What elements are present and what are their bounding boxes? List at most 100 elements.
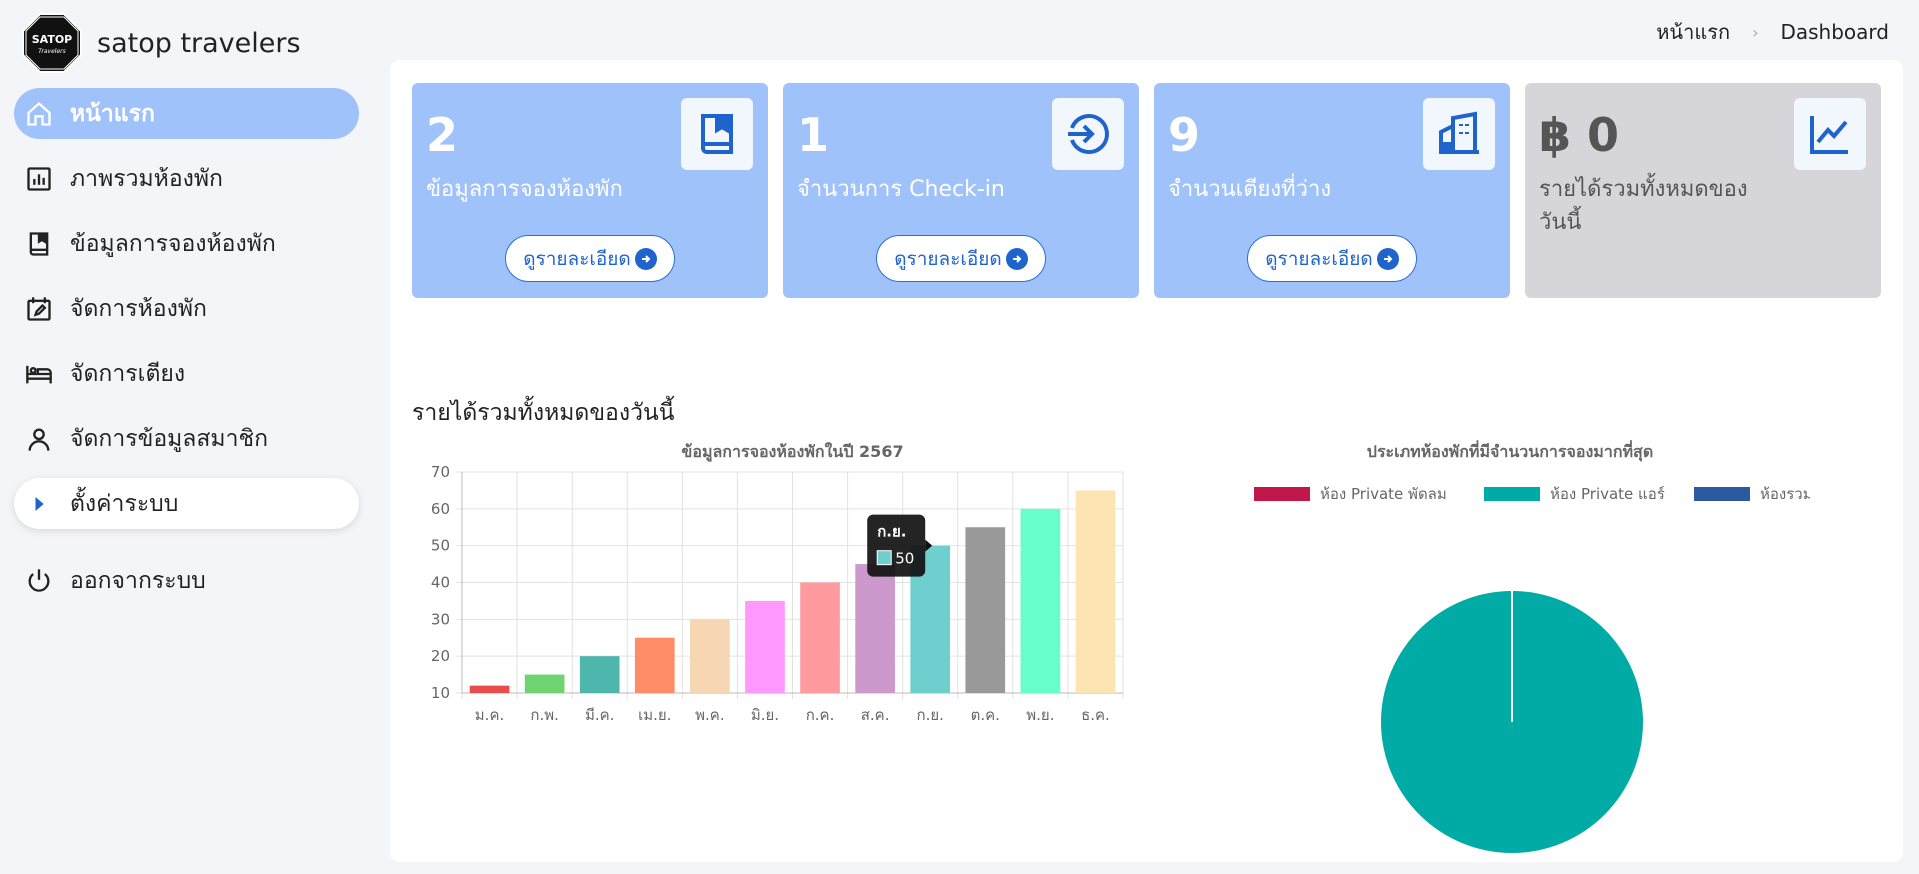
bar bbox=[634, 637, 675, 693]
x-tick-label: ก.ค. bbox=[806, 706, 835, 724]
sidebar-item-manage-beds[interactable]: จัดการเตียง bbox=[14, 348, 359, 399]
pie-chart: ประเภทห้องพักที่มีจำนวนการจองมากที่สุดห้… bbox=[1210, 440, 1813, 860]
sidebar-item-bookings[interactable]: ข้อมูลการจองห้องพัก bbox=[14, 218, 359, 269]
bar bbox=[965, 527, 1006, 693]
chart-title: ประเภทห้องพักที่มีจำนวนการจองมากที่สุด bbox=[1367, 440, 1653, 462]
divider bbox=[14, 543, 359, 555]
bar-chart: ข้อมูลการจองห้องพักในปี 2567 10 20 30 40 50 60… bbox=[400, 440, 1140, 860]
x-tick-label: ก.ย. bbox=[916, 706, 943, 724]
card-today-revenue: ฿ 0 รายได้รวมทั้งหมดของวันนี้ bbox=[1525, 83, 1881, 298]
sidebar-nav: หน้าแรก ภาพรวมห้องพัก ข้อมูลการจองห้องพั… bbox=[14, 88, 359, 620]
legend-swatch bbox=[1694, 487, 1750, 501]
bar bbox=[690, 619, 730, 693]
bar bbox=[469, 685, 510, 693]
breadcrumb: หน้าแรก › Dashboard bbox=[1656, 16, 1889, 48]
logo-subtext: Travelers bbox=[38, 48, 66, 55]
bar bbox=[855, 564, 895, 693]
bar bbox=[579, 656, 620, 693]
sidebar-item-settings[interactable]: ตั้งค่าระบบ bbox=[14, 478, 359, 529]
sidebar-item-label: ภาพรวมห้องพัก bbox=[70, 165, 223, 192]
legend-swatch bbox=[1484, 487, 1540, 501]
bar-chart-svg: ข้อมูลการจองห้องพักในปี 2567 10 20 30 40 50 60… bbox=[431, 442, 1124, 724]
x-tick-label: มี.ค. bbox=[585, 706, 614, 724]
building-icon bbox=[1423, 98, 1495, 170]
sidebar-item-manage-members[interactable]: จัดการข้อมูลสมาชิก bbox=[14, 413, 359, 464]
x-tick-label: พ.ค. bbox=[695, 706, 724, 724]
sidebar-item-logout[interactable]: ออกจากระบบ bbox=[14, 555, 359, 606]
arrow-right-circle-icon bbox=[1376, 247, 1399, 270]
card-value: 2 bbox=[426, 108, 459, 162]
view-details-label: ดูรายละเอียด bbox=[894, 247, 1002, 270]
caret-right-icon bbox=[24, 489, 54, 519]
pie-chart-svg: ประเภทห้องพักที่มีจำนวนการจองมากที่สุดห้… bbox=[1254, 440, 1813, 853]
sign-in-icon bbox=[1052, 98, 1124, 170]
card-available-beds: 9 จำนวนเตียงที่ว่าง ดูรายละเอียด bbox=[1154, 83, 1510, 298]
x-tick-label: เม.ย. bbox=[638, 706, 671, 724]
x-tick-label: มิ.ย. bbox=[751, 706, 779, 724]
sidebar-item-label: ออกจากระบบ bbox=[70, 567, 206, 594]
card-checkin: 1 จำนวนการ Check-in ดูรายละเอียด bbox=[783, 83, 1139, 298]
sidebar-item-label: จัดการข้อมูลสมาชิก bbox=[70, 425, 269, 452]
card-label: ข้อมูลการจองห้องพัก bbox=[426, 177, 623, 202]
sidebar-item-manage-rooms[interactable]: จัดการห้องพัก bbox=[14, 283, 359, 334]
x-tick-label: ส.ค. bbox=[861, 706, 890, 724]
book-icon bbox=[681, 98, 753, 170]
card-value: 9 bbox=[1168, 108, 1201, 162]
sidebar-item-home[interactable]: หน้าแรก bbox=[14, 88, 359, 139]
x-tick-label: ต.ค. bbox=[971, 706, 1000, 724]
bar bbox=[1075, 490, 1116, 693]
tooltip-swatch bbox=[876, 550, 892, 566]
card-label: จำนวนการ Check-in bbox=[797, 177, 1005, 202]
sidebar-item-label: ข้อมูลการจองห้องพัก bbox=[70, 230, 276, 257]
bar bbox=[745, 600, 785, 693]
sidebar-item-rooms-overview[interactable]: ภาพรวมห้องพัก bbox=[14, 153, 359, 204]
main-content: 2 ข้อมูลการจองห้องพัก ดูรายละเอียด 1 จำน… bbox=[390, 60, 1903, 862]
y-tick-label: 40 bbox=[431, 574, 450, 592]
arrow-right-circle-icon bbox=[634, 247, 657, 270]
card-value: 1 bbox=[797, 108, 830, 162]
book-icon bbox=[24, 229, 54, 259]
chevron-right-icon: › bbox=[1752, 22, 1759, 42]
card-label: จำนวนเตียงที่ว่าง bbox=[1168, 177, 1332, 202]
x-tick-label: ธ.ค. bbox=[1081, 706, 1110, 724]
sidebar-item-label: หน้าแรก bbox=[70, 100, 155, 127]
y-tick-label: 30 bbox=[431, 610, 450, 628]
y-tick-label: 50 bbox=[431, 537, 450, 555]
section-title: รายได้รวมทั้งหมดของวันนี้ bbox=[412, 400, 675, 426]
calendar-edit-icon bbox=[24, 294, 54, 324]
home-icon bbox=[24, 99, 54, 129]
x-tick-label: ก.พ. bbox=[530, 706, 559, 724]
brand-name: satop travelers bbox=[97, 27, 301, 59]
y-tick-label: 70 bbox=[431, 463, 450, 481]
y-tick-label: 60 bbox=[431, 500, 450, 518]
arrow-right-circle-icon bbox=[1005, 247, 1028, 270]
sidebar-item-label: จัดการห้องพัก bbox=[70, 295, 207, 322]
view-details-button[interactable]: ดูรายละเอียด bbox=[876, 235, 1046, 282]
stat-cards: 2 ข้อมูลการจองห้องพัก ดูรายละเอียด 1 จำน… bbox=[412, 83, 1881, 298]
chart-title: ข้อมูลการจองห้องพักในปี 2567 bbox=[681, 442, 903, 463]
view-details-button[interactable]: ดูรายละเอียด bbox=[1247, 235, 1417, 282]
y-tick-label: 10 bbox=[431, 684, 450, 702]
brand[interactable]: SATOP Travelers satop travelers bbox=[22, 13, 301, 73]
breadcrumb-home[interactable]: หน้าแรก bbox=[1656, 16, 1730, 48]
x-tick-label: พ.ย. bbox=[1026, 706, 1054, 724]
bar-chart-icon bbox=[24, 164, 54, 194]
view-details-label: ดูรายละเอียด bbox=[1265, 247, 1373, 270]
y-tick-label: 20 bbox=[431, 647, 450, 665]
legend-label: ห้องรวม bbox=[1760, 485, 1810, 503]
card-value: ฿ 0 bbox=[1539, 108, 1620, 162]
bar bbox=[1020, 508, 1061, 693]
tooltip-title: ก.ย. bbox=[877, 523, 906, 541]
chart-group: ข้อมูลการจองห้องพักในปี 2567 10 20 30 40 50 60… bbox=[431, 442, 1124, 724]
sidebar-item-label: ตั้งค่าระบบ bbox=[70, 490, 179, 517]
legend-label: ห้อง Private แอร์ bbox=[1550, 485, 1665, 503]
legend-label: ห้อง Private พัดลม bbox=[1320, 485, 1447, 503]
sidebar-item-label: จัดการเตียง bbox=[70, 360, 186, 387]
bar bbox=[800, 582, 840, 693]
power-icon bbox=[24, 566, 54, 596]
breadcrumb-current: Dashboard bbox=[1780, 20, 1889, 44]
logo: SATOP Travelers bbox=[22, 13, 82, 73]
view-details-button[interactable]: ดูรายละเอียด bbox=[505, 235, 675, 282]
legend-swatch bbox=[1254, 487, 1310, 501]
card-label: รายได้รวมทั้งหมดของวันนี้ bbox=[1539, 177, 1748, 235]
